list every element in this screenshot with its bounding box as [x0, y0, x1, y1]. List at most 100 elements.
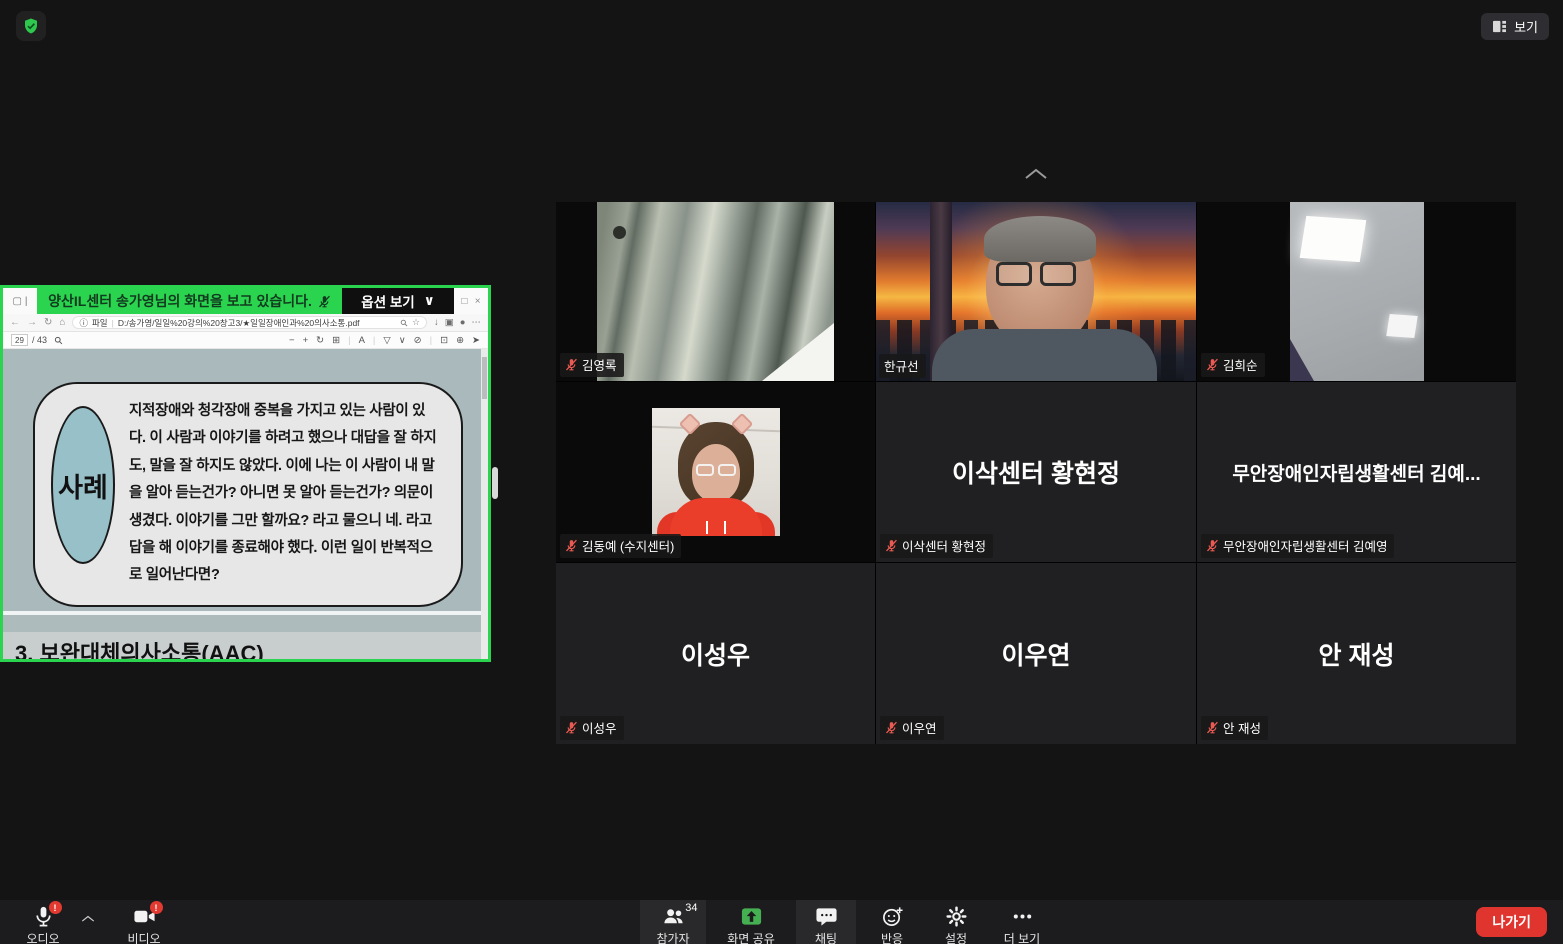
participants-label: 참가자 [656, 930, 689, 944]
slide-case-box: 사례 지적장애와 청각장애 중복을 가지고 있는 사람이 있 다. 이 사람과 … [33, 382, 463, 607]
participant-name: 김영록 [582, 355, 617, 374]
pdf-page-number: 29 [11, 334, 28, 346]
participant-tile-kim-yeongrok[interactable]: 김영록 [556, 202, 875, 381]
settings-button[interactable]: 설정 [928, 900, 984, 944]
participant-video [1290, 202, 1424, 381]
case-line: 다. 이 사람과 이야기를 하려고 했으나 대답을 잘 하지 [129, 425, 451, 452]
reactions-button[interactable]: 반응 [862, 900, 922, 944]
file-scheme-label: 파일 [92, 317, 108, 329]
participant-tile-an-jaeseong[interactable]: 안 재성 안 재성 [1197, 563, 1516, 744]
browser-toolbar-right: ↓ ▣ ● ⋯ [434, 317, 481, 328]
leave-meeting-label: 나가기 [1492, 914, 1531, 930]
gallery-view-icon [1492, 20, 1507, 33]
view-button[interactable]: 보기 [1481, 13, 1549, 40]
participant-tile-kim-dongye[interactable]: 김동예 (수지센터) [556, 382, 875, 562]
favorite-star-icon: ☆ [412, 317, 420, 328]
pdf-scrollbar[interactable] [481, 349, 488, 659]
muted-mic-icon [885, 539, 898, 552]
collections-icon: ▣ [445, 317, 454, 328]
profile-avatar-icon: ● [460, 317, 466, 328]
shield-check-icon [22, 17, 40, 35]
control-bar: ! 오디오 ! 비디오 34 참가자 화면 공유 [0, 900, 1563, 944]
audio-button[interactable]: ! 오디오 [16, 900, 70, 944]
more-dots-icon [1011, 905, 1034, 928]
share-window-scrollbar-thumb[interactable] [492, 467, 498, 499]
muted-mic-icon [565, 358, 578, 371]
participant-tile-kim-huisun[interactable]: 김희순 [1197, 202, 1516, 381]
participant-video [597, 202, 834, 381]
participants-icon [662, 905, 685, 928]
slide-footer: 3. 보완대체의사소통(AAC) [3, 632, 481, 659]
video-label: 비디오 [127, 930, 160, 944]
participant-name: 이삭센터 황현정 [902, 536, 986, 555]
search-icon [400, 319, 408, 327]
video-button[interactable]: ! 비디오 [116, 900, 172, 944]
pin-icon: ➤ [472, 335, 480, 346]
case-line: 도, 말을 잘 하지도 않았다. 이에 나는 이 사람이 내 말 [129, 453, 451, 480]
pdf-scrollbar-thumb[interactable] [482, 357, 487, 399]
participant-name: 이우연 [902, 718, 937, 737]
participant-tile-han-gyuseon-active-speaker[interactable]: 한규선 [876, 202, 1196, 381]
video-alert-badge: ! [150, 901, 163, 914]
participant-video [652, 408, 780, 536]
chat-label: 채팅 [815, 930, 837, 944]
back-icon: ← [10, 317, 20, 328]
address-divider: | [112, 318, 114, 328]
participant-nametag: 이삭센터 황현정 [880, 534, 993, 558]
audio-options-chevron[interactable] [80, 900, 104, 944]
draw-icon: ▽ [383, 335, 390, 346]
shared-screen-panel[interactable]: ▢ | 양산IL센터 송가영님의 화면을 보고 있습니다. 옵션 보기 ∨ □ … [0, 285, 491, 662]
tool-divider: | [348, 335, 350, 346]
participant-tile-isak-center[interactable]: 이삭센터 황현정 이삭센터 황현정 [876, 382, 1196, 562]
read-aloud-icon: A [359, 335, 365, 346]
case-line: 답을 해 이야기를 종료해야 했다. 이런 일이 반복적으 [129, 535, 451, 562]
rotate-icon: ↻ [316, 335, 324, 346]
case-badge: 사례 [51, 406, 115, 564]
slide-band [3, 615, 481, 632]
case-line: 생겼다. 이야기를 그만 할까요? 라고 물으니 네. 라고 [129, 508, 451, 535]
security-shield-button[interactable] [16, 11, 46, 41]
video-grid: 김영록 한규선 김희순 [556, 202, 1516, 744]
participant-name: 김동예 (수지센터) [582, 536, 674, 555]
participant-tile-lee-seongu[interactable]: 이성우 이성우 [556, 563, 875, 744]
pdf-toolbar: 29 / 43 − + ↻ ⊞ | A | ▽ ∨ ⊘ | ⊡ ⊕ ➤ [3, 332, 488, 349]
pdf-page-total: / 43 [32, 335, 47, 345]
participants-button[interactable]: 34 참가자 [640, 900, 706, 944]
chat-button[interactable]: 채팅 [796, 900, 856, 944]
share-options-label: 옵션 보기 [361, 291, 414, 311]
share-screen-icon [740, 905, 763, 928]
participant-tile-lee-uyeon[interactable]: 이우연 이우연 [876, 563, 1196, 744]
tab-window-icon: ▢ [12, 296, 21, 307]
chat-icon [815, 905, 838, 928]
screen-share-banner: 양산IL센터 송가영님의 화면을 보고 있습니다. [37, 288, 342, 314]
share-screen-button[interactable]: 화면 공유 [712, 900, 790, 944]
maximize-icon: □ [461, 296, 467, 307]
forward-icon: → [27, 317, 37, 328]
download-icon: ↓ [434, 317, 439, 328]
reload-icon: ↻ [44, 317, 52, 328]
audio-label: 오디오 [26, 930, 59, 944]
participant-tile-muan-center[interactable]: 무안장애인자립생활센터 김예... 무안장애인자립생활센터 김예영 [1197, 382, 1516, 562]
collapse-video-strip-button[interactable] [1022, 166, 1050, 181]
share-options-button[interactable]: 옵션 보기 ∨ [342, 288, 454, 314]
pdf-search-icon [54, 336, 63, 345]
muted-mic-icon [318, 295, 331, 308]
participant-nametag: 김동예 (수지센터) [560, 534, 681, 558]
case-line: 을 알아 듣는건가? 아니면 못 알아 듣는건가? 의문이 [129, 480, 451, 507]
pdf-page-content: 사례 지적장애와 청각장애 중복을 가지고 있는 사람이 있 다. 이 사람과 … [3, 349, 488, 659]
participant-nametag: 무안장애인자립생활센터 김예영 [1201, 534, 1394, 558]
more-button[interactable]: 더 보기 [990, 900, 1054, 944]
muted-mic-icon [1206, 539, 1219, 552]
view-button-label: 보기 [1514, 17, 1538, 36]
browser-window-controls: □ × [454, 288, 488, 314]
share-screen-label: 화면 공유 [727, 930, 775, 944]
participant-nametag: 김영록 [560, 353, 624, 377]
zoom-out-icon: − [289, 335, 295, 346]
chevron-up-icon [80, 914, 96, 923]
participant-nametag: 안 재성 [1201, 716, 1268, 740]
close-icon: × [475, 296, 481, 307]
case-line: 로 일어난다면? [129, 562, 451, 589]
more-label: 더 보기 [1004, 930, 1040, 944]
participant-name: 안 재성 [1223, 718, 1261, 737]
leave-meeting-button[interactable]: 나가기 [1476, 907, 1547, 937]
